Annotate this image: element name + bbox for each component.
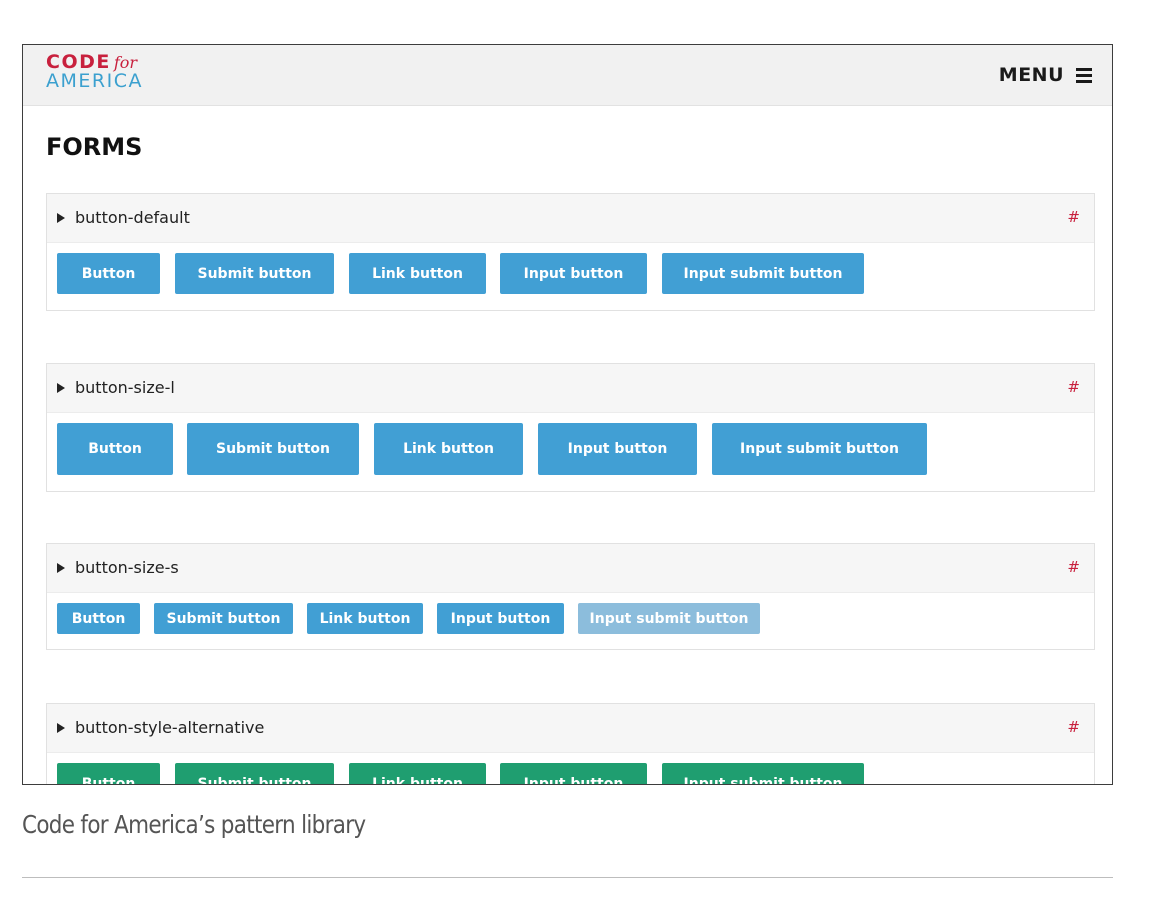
section-button-size-s: button-size-s # Button Submit button Lin… [46, 543, 1095, 650]
expand-triangle-icon [57, 723, 65, 733]
menu-button[interactable]: MENU [999, 64, 1092, 86]
button-alt-input-button[interactable]: Input button [500, 763, 647, 784]
expand-triangle-icon [57, 213, 65, 223]
button-row: Button Submit button Link button Input b… [47, 593, 1094, 649]
button-size-s-button[interactable]: Button [57, 603, 140, 634]
button-row: Button Submit button Link button Input b… [47, 243, 1094, 310]
hamburger-icon [1076, 67, 1092, 83]
button-alt-submit-button[interactable]: Submit button [175, 763, 334, 784]
page-title: FORMS [46, 133, 143, 161]
button-size-s-link-button[interactable]: Link button [307, 603, 423, 634]
anchor-link[interactable]: # [1067, 378, 1080, 396]
button-default-submit-button[interactable]: Submit button [175, 253, 334, 294]
section-header[interactable]: button-size-l # [47, 364, 1094, 413]
figure-caption: Code for America’s pattern library [22, 810, 366, 839]
site-header: CODE for AMERICA MENU [23, 45, 1112, 106]
button-size-s-input-button[interactable]: Input button [437, 603, 564, 634]
button-size-s-submit-button[interactable]: Submit button [154, 603, 293, 634]
expand-triangle-icon [57, 383, 65, 393]
divider [22, 877, 1113, 878]
button-size-s-input-submit-button[interactable]: Input submit button [578, 603, 760, 634]
button-alt-button[interactable]: Button [57, 763, 160, 784]
section-header[interactable]: button-size-s # [47, 544, 1094, 593]
section-header[interactable]: button-default # [47, 194, 1094, 243]
section-button-style-alternative: button-style-alternative # Button Submit… [46, 703, 1095, 784]
button-default-input-submit-button[interactable]: Input submit button [662, 253, 864, 294]
section-name: button-size-l [75, 378, 175, 397]
anchor-link[interactable]: # [1067, 208, 1080, 226]
button-size-l-input-button[interactable]: Input button [538, 423, 697, 475]
button-row: Button Submit button Link button Input b… [47, 753, 1094, 784]
anchor-link[interactable]: # [1067, 558, 1080, 576]
button-row: Button Submit button Link button Input b… [47, 413, 1094, 491]
button-default-button[interactable]: Button [57, 253, 160, 294]
button-size-l-button[interactable]: Button [57, 423, 173, 475]
button-size-l-submit-button[interactable]: Submit button [187, 423, 359, 475]
button-size-l-link-button[interactable]: Link button [374, 423, 523, 475]
browser-viewport: CODE for AMERICA MENU FORMS button-defau… [22, 44, 1113, 785]
expand-triangle-icon [57, 563, 65, 573]
code-for-america-logo[interactable]: CODE for AMERICA [46, 51, 143, 91]
section-name: button-size-s [75, 558, 179, 577]
section-name: button-default [75, 208, 190, 227]
section-button-size-l: button-size-l # Button Submit button Lin… [46, 363, 1095, 492]
menu-label: MENU [998, 64, 1064, 86]
section-button-default: button-default # Button Submit button Li… [46, 193, 1095, 311]
button-alt-link-button[interactable]: Link button [349, 763, 486, 784]
logo-america-text: AMERICA [46, 70, 143, 92]
section-name: button-style-alternative [75, 718, 265, 737]
button-default-link-button[interactable]: Link button [349, 253, 486, 294]
anchor-link[interactable]: # [1067, 718, 1080, 736]
button-default-input-button[interactable]: Input button [500, 253, 647, 294]
button-alt-input-submit-button[interactable]: Input submit button [662, 763, 864, 784]
section-header[interactable]: button-style-alternative # [47, 704, 1094, 753]
button-size-l-input-submit-button[interactable]: Input submit button [712, 423, 927, 475]
